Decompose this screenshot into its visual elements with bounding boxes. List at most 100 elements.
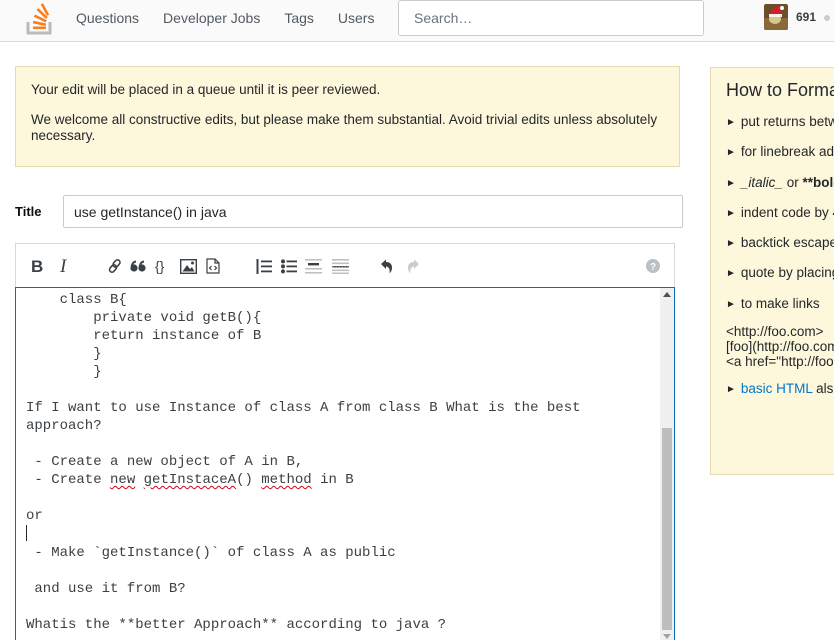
stackoverflow-logo-icon[interactable] (26, 3, 54, 35)
format-tip-text: put returns between paragraphs (740, 114, 834, 129)
format-tip-text: or (782, 174, 803, 190)
italic-button[interactable]: I (58, 256, 74, 276)
svg-text:I: I (59, 258, 68, 274)
editor-line: Whatis the **better Approach** according… (26, 617, 447, 633)
redo-icon (406, 259, 420, 274)
notice-guidance-text: We welcome all constructive edits, but p… (31, 112, 658, 143)
notice-queue-text: Your edit will be placed in a queue unti… (31, 82, 381, 97)
ordered-list-button[interactable] (255, 256, 273, 276)
format-tip: ► for linebreak add 2 spaces at end (726, 144, 834, 174)
title-label: Title (15, 204, 42, 219)
image-icon (179, 258, 197, 274)
text-cursor (26, 525, 27, 541)
triangle-right-icon: ► (726, 147, 736, 159)
triangle-right-icon: ► (726, 207, 736, 219)
scroll-up-arrow-icon[interactable] (663, 292, 671, 297)
editor-line: approach? (26, 418, 102, 434)
undo-button[interactable] (378, 256, 396, 276)
link-example: <http://foo.com> (726, 323, 824, 339)
format-tip: ► backtick escapes `like _so_` (726, 235, 834, 265)
link-button[interactable] (106, 256, 124, 276)
misspelled-word[interactable]: new (110, 472, 135, 488)
triangle-right-icon: ► (726, 298, 736, 310)
top-bar: Questions Developer Jobs Tags Users 691 (0, 0, 834, 42)
editor-line: If I want to use Instance of class A fro… (26, 400, 581, 416)
editor-line: private void getB(){ (26, 310, 262, 326)
format-tip: ► quote by placing > at start of line (726, 265, 834, 295)
heading-icon (304, 258, 322, 274)
format-tip-text: quote by placing > at start of line (740, 265, 834, 281)
editor-line: } (26, 346, 102, 362)
scroll-down-arrow-icon[interactable] (663, 634, 671, 639)
triangle-right-icon: ► (726, 383, 736, 395)
how-to-format-panel: How to Format ► put returns between parag… (710, 67, 834, 475)
editor-line: - Make `getInstance()` of class A as pub… (26, 545, 396, 561)
bold-button[interactable]: B (29, 256, 45, 276)
format-tip: ► basic HTML also allowed (726, 381, 834, 411)
svg-text:{}: {} (155, 258, 165, 274)
format-tip-text: indent code by 4 spaces (740, 204, 834, 220)
quote-icon (129, 259, 147, 273)
scroll-thumb[interactable] (662, 428, 672, 630)
format-tip-text: also allowed (816, 380, 834, 396)
code-braces-icon: {} (155, 258, 171, 274)
svg-text:?: ? (650, 262, 656, 273)
blockquote-button[interactable] (129, 256, 147, 276)
bold-example: **bold** (802, 174, 834, 190)
editor-line-spellcheck: - Create new getInstaceA() method in B (26, 472, 354, 488)
editor-content[interactable]: class B{ private void getB(){ return ins… (26, 291, 656, 634)
misspelled-word[interactable]: getInstaceA (144, 472, 236, 488)
how-to-format-title: How to Format (726, 80, 834, 100)
editor-line: and use it from B? (26, 581, 186, 597)
editor-scrollbar[interactable] (660, 288, 674, 640)
basic-html-link[interactable]: basic HTML (741, 381, 813, 396)
bulleted-list-icon (281, 258, 297, 274)
nav-developer-jobs[interactable]: Developer Jobs (151, 0, 272, 37)
format-tip-text: for linebreak add 2 spaces at end (740, 144, 834, 160)
heading-button[interactable] (304, 256, 322, 276)
editor-line: } (26, 364, 102, 380)
editor-toolbar: B I {} ? (15, 243, 675, 288)
search-input[interactable] (398, 0, 704, 36)
format-tip: ► indent code by 4 spaces (726, 205, 834, 235)
snippet-button[interactable] (204, 256, 222, 276)
editor-line: class B{ (26, 292, 127, 308)
avatar[interactable] (764, 4, 788, 30)
misspelled-word[interactable]: method (261, 472, 311, 488)
body-editor-textarea[interactable]: class B{ private void getB(){ return ins… (15, 287, 675, 640)
triangle-right-icon: ► (726, 117, 736, 128)
format-tip-text: to make links (740, 295, 820, 311)
link-example: <a href="http://foo.com">foo</a> (726, 353, 834, 369)
link-examples: <http://foo.com> [foo](http://foo.com) <… (726, 324, 834, 369)
ordered-list-icon (256, 258, 272, 274)
italic-example: _italic_ (740, 174, 783, 190)
bulleted-list-button[interactable] (280, 256, 298, 276)
redo-button[interactable] (404, 256, 422, 276)
format-tip-text: backtick escapes `like _so_` (740, 235, 834, 251)
title-input[interactable] (63, 195, 683, 228)
reputation-count[interactable]: 691 (796, 10, 816, 24)
triangle-right-icon: ► (726, 177, 736, 189)
bold-icon: B (30, 258, 44, 274)
horizontal-rule-icon (331, 258, 349, 274)
code-button[interactable]: {} (154, 256, 172, 276)
image-button[interactable] (179, 256, 197, 276)
nav-users[interactable]: Users (326, 0, 387, 37)
main-nav: Questions Developer Jobs Tags Users (64, 0, 386, 37)
editor-line: return instance of B (26, 328, 262, 344)
format-tip: ► _italic_ or **bold** (726, 175, 834, 205)
help-icon: ? (646, 259, 660, 273)
svg-text:B: B (31, 258, 43, 274)
format-tip: ► to make links (726, 296, 834, 321)
italic-icon: I (59, 258, 73, 274)
help-button[interactable]: ? (644, 256, 662, 276)
editor-line: - Create a new object of A in B, (26, 454, 304, 470)
nav-tags[interactable]: Tags (272, 0, 326, 37)
triangle-right-icon: ► (726, 268, 736, 280)
horizontal-rule-button[interactable] (331, 256, 349, 276)
format-tip: ► put returns between paragraphs (726, 114, 834, 144)
link-icon (107, 258, 123, 274)
nav-questions[interactable]: Questions (64, 0, 151, 37)
edit-notice: Your edit will be placed in a queue unti… (15, 66, 680, 167)
snippet-icon (206, 258, 220, 274)
